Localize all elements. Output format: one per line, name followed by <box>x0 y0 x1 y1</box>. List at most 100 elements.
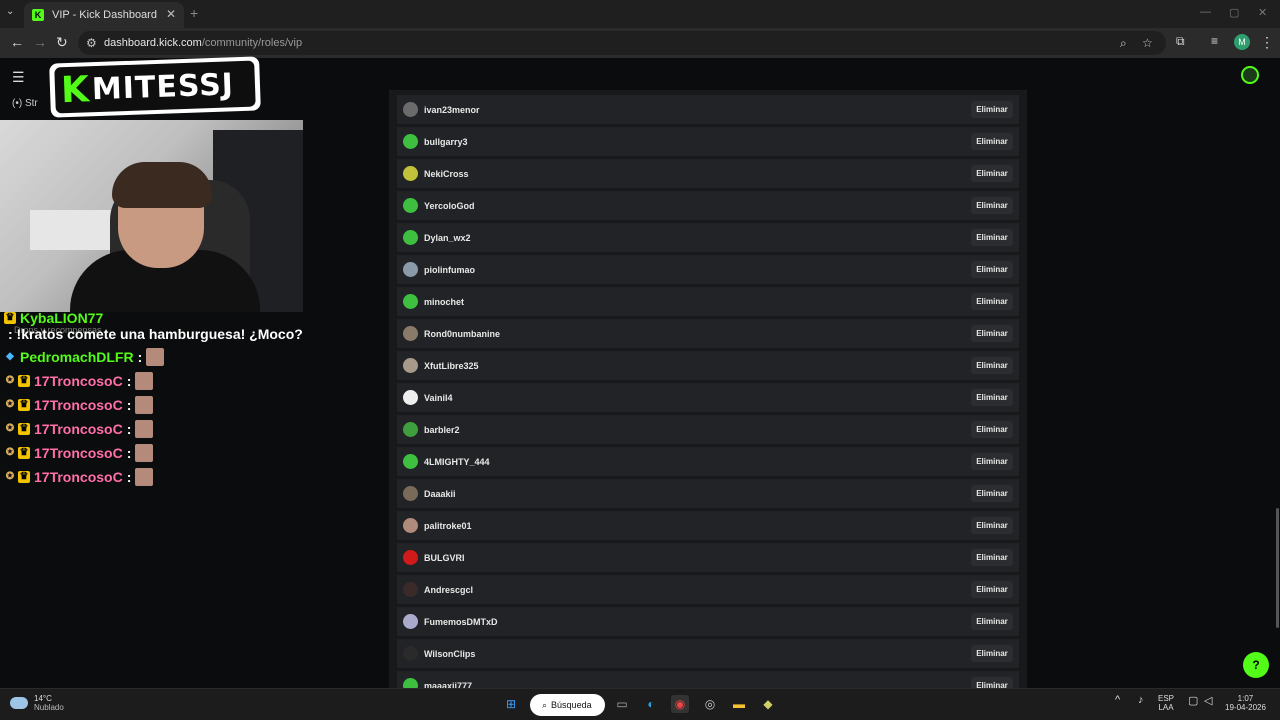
page-scrollbar[interactable] <box>1276 508 1279 628</box>
forward-icon[interactable]: → <box>33 34 47 50</box>
vip-row: Andrescgcl Eliminar <box>397 575 1019 604</box>
chat-username[interactable]: 17TroncosoC <box>34 421 123 437</box>
vip-row: XfutLibre325 Eliminar <box>397 351 1019 380</box>
emote-image <box>146 348 165 366</box>
remove-vip-button[interactable]: Eliminar <box>971 229 1013 246</box>
remove-vip-button[interactable]: Eliminar <box>971 549 1013 566</box>
taskbar-search[interactable]: ⌕ Búsqueda <box>530 694 605 716</box>
chat-username[interactable]: 17TroncosoC <box>34 373 123 389</box>
edge-icon[interactable]: ◐ <box>642 695 660 713</box>
remove-vip-button[interactable]: Eliminar <box>971 357 1013 374</box>
task-view-icon[interactable]: ▭ <box>613 695 631 713</box>
windows-start-icon[interactable]: ⊞ <box>502 695 520 713</box>
menu-kebab-icon[interactable]: ⋮ <box>1260 34 1274 51</box>
remove-vip-button[interactable]: Eliminar <box>971 613 1013 630</box>
remove-vip-button[interactable]: Eliminar <box>971 197 1013 214</box>
remove-vip-button[interactable]: Eliminar <box>971 389 1013 406</box>
vip-username: XfutLibre325 <box>424 360 479 371</box>
vip-avatar <box>403 262 418 277</box>
search-label: Búsqueda <box>551 700 592 710</box>
tab-close-icon[interactable]: ✕ <box>166 7 176 21</box>
emote-image <box>135 444 154 462</box>
maximize-icon[interactable]: ▢ <box>1229 6 1239 19</box>
remove-vip-button[interactable]: Eliminar <box>971 101 1013 118</box>
bookmark-star-icon[interactable]: ☆ <box>1142 36 1153 50</box>
active-tab[interactable]: K VIP - Kick Dashboard ✕ <box>24 2 184 28</box>
logo-k: K <box>60 68 91 111</box>
file-explorer-icon[interactable]: ▬ <box>730 695 748 713</box>
language-indicator[interactable]: ESP LAA <box>1158 694 1174 712</box>
remove-vip-button[interactable]: Eliminar <box>971 485 1013 502</box>
remove-vip-button[interactable]: Eliminar <box>971 517 1013 534</box>
new-tab-button[interactable]: + <box>190 5 198 21</box>
chat-username[interactable]: 17TroncosoC <box>34 469 123 485</box>
chat-username[interactable]: PedromachDLFR <box>20 349 134 365</box>
obs-icon[interactable]: ◎ <box>701 695 719 713</box>
chrome-icon[interactable]: ◉ <box>671 695 689 713</box>
vip-avatar <box>403 102 418 117</box>
back-icon[interactable]: ← <box>10 34 24 50</box>
vip-row: Vainil4 Eliminar <box>397 383 1019 412</box>
crown-badge-icon: ♛ <box>18 399 30 411</box>
remove-vip-button[interactable]: Eliminar <box>971 293 1013 310</box>
extensions-icon[interactable]: ⧉ <box>1176 34 1185 49</box>
chat-text: : <box>126 469 132 485</box>
help-chat-button[interactable]: ? <box>1243 652 1269 678</box>
microphone-icon[interactable]: ♪ <box>1138 694 1144 706</box>
tab-title: VIP - Kick Dashboard <box>52 9 157 21</box>
url-input[interactable]: ⚙ dashboard.kick.com/community/roles/vip… <box>78 31 1166 55</box>
remove-vip-button[interactable]: Eliminar <box>971 581 1013 598</box>
vip-avatar <box>403 134 418 149</box>
vip-username: bullgarry3 <box>424 136 468 147</box>
medal-badge-icon: ✪ <box>5 423 15 434</box>
app-icon[interactable]: ◆ <box>759 695 777 713</box>
vip-username: FumemosDMTxD <box>424 616 498 627</box>
hamburger-menu-icon[interactable]: ☰ <box>12 69 25 86</box>
browser-tab-bar: ⌄ K VIP - Kick Dashboard ✕ + — ▢ ✕ <box>0 0 1280 28</box>
reload-icon[interactable]: ↻ <box>56 34 68 51</box>
medal-badge-icon: ✪ <box>5 375 15 386</box>
tab-search-icon[interactable]: ⌄ <box>6 6 14 17</box>
tray-chevron-icon[interactable]: ^ <box>1115 694 1120 706</box>
webcam-overlay <box>0 120 303 312</box>
remove-vip-button[interactable]: Eliminar <box>971 325 1013 342</box>
weather-condition: Nublado <box>34 703 64 712</box>
remove-vip-button[interactable]: Eliminar <box>971 261 1013 278</box>
chat-text: : <box>126 373 132 389</box>
close-window-icon[interactable]: ✕ <box>1258 6 1267 19</box>
streamer-logo-overlay: K MITESSJ <box>49 56 261 118</box>
vip-username: Daaakii <box>424 488 456 499</box>
vip-row: Daaakii Eliminar <box>397 479 1019 508</box>
vip-username: ivan23menor <box>424 104 480 115</box>
clock[interactable]: 1:07 19-04-2026 <box>1225 694 1266 712</box>
remove-vip-button[interactable]: Eliminar <box>971 421 1013 438</box>
volume-icon[interactable]: ◁ <box>1204 694 1212 707</box>
vip-row: Dylan_wx2 Eliminar <box>397 223 1019 252</box>
vip-avatar <box>403 582 418 597</box>
vip-username: Rond0numbanine <box>424 328 500 339</box>
weather-widget[interactable]: 14°C Nublado <box>10 694 64 712</box>
profile-avatar[interactable]: M <box>1234 34 1250 50</box>
chat-username[interactable]: KybaLION77 <box>20 310 103 326</box>
vip-username: Andrescgcl <box>424 584 474 595</box>
crown-badge-icon: ♛ <box>18 375 30 387</box>
user-avatar[interactable] <box>1241 66 1259 84</box>
remove-vip-button[interactable]: Eliminar <box>971 453 1013 470</box>
medal-badge-icon: ✪ <box>5 399 15 410</box>
media-icon[interactable]: ≡ <box>1211 34 1218 48</box>
network-icon[interactable]: ▢ <box>1188 694 1198 707</box>
zoom-icon[interactable]: ⌕ <box>1120 36 1127 51</box>
chat-username[interactable]: 17TroncosoC <box>34 445 123 461</box>
remove-vip-button[interactable]: Eliminar <box>971 165 1013 182</box>
logo-text: MITESSJ <box>91 66 235 107</box>
sidebar-item-stream[interactable]: (•) Str <box>12 98 38 109</box>
kick-favicon-icon: K <box>32 9 44 21</box>
remove-vip-button[interactable]: Eliminar <box>971 645 1013 662</box>
vip-username: minochet <box>424 296 465 307</box>
vip-avatar <box>403 518 418 533</box>
site-info-icon[interactable]: ⚙ <box>86 36 97 50</box>
remove-vip-button[interactable]: Eliminar <box>971 133 1013 150</box>
chat-username[interactable]: 17TroncosoC <box>34 397 123 413</box>
minimize-icon[interactable]: — <box>1200 6 1211 18</box>
vip-username: NekiCross <box>424 168 469 179</box>
